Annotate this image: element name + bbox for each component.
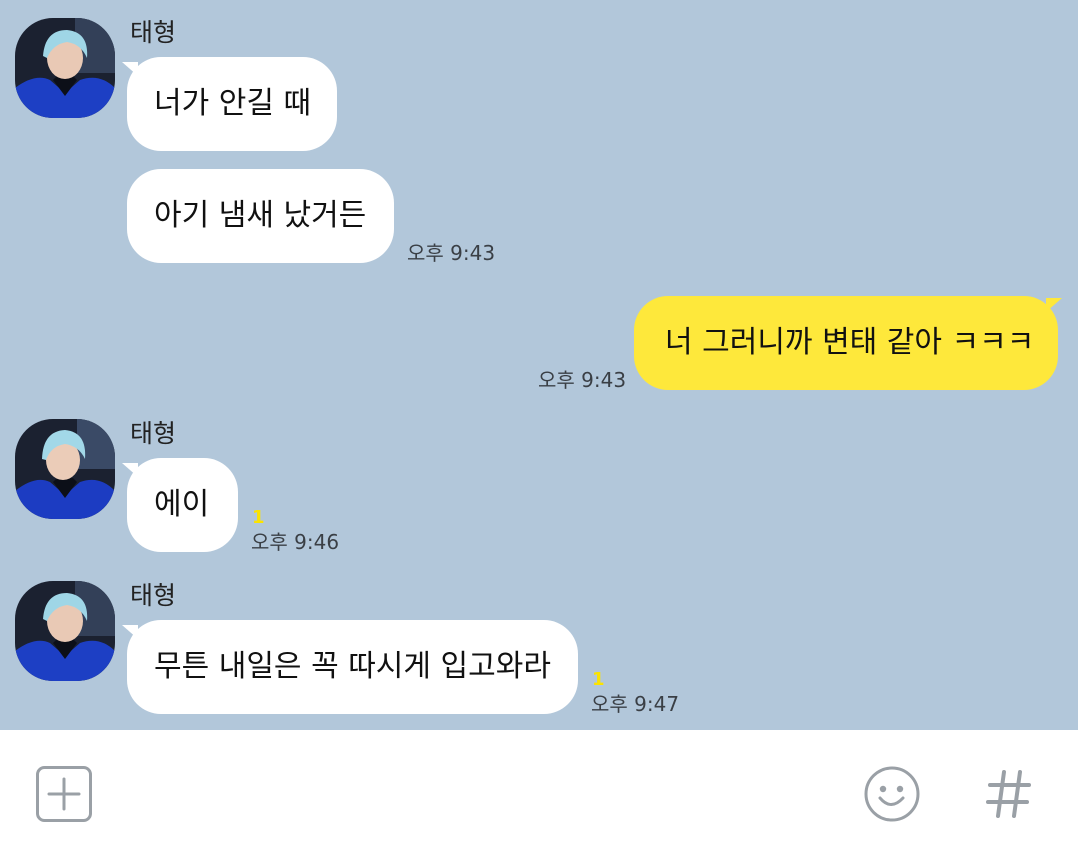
message-time: 오후 9:43 [538, 368, 627, 392]
sender-name: 태형 [130, 419, 177, 448]
profile-photo-icon [15, 18, 115, 118]
avatar[interactable] [15, 581, 115, 681]
hashtag-icon [986, 770, 1031, 818]
add-button[interactable] [36, 766, 92, 826]
emoji-button[interactable] [863, 765, 921, 827]
chat-area[interactable]: 태형 너가 안길 때 아기 냄새 났거든 오후 9:43 너 그러니까 변태 같… [0, 0, 1078, 730]
message-bubble[interactable]: 에이 [127, 458, 238, 552]
emoji-icon [864, 766, 920, 822]
avatar[interactable] [15, 419, 115, 519]
profile-photo-icon [15, 581, 115, 681]
unread-count: 1 [252, 507, 265, 528]
avatar[interactable] [15, 18, 115, 118]
sender-name: 태형 [130, 18, 177, 47]
sender-name: 태형 [130, 581, 177, 610]
profile-photo-icon [15, 419, 115, 519]
add-icon [36, 766, 92, 822]
unread-count: 1 [592, 669, 605, 690]
message-time: 오후 9:47 [591, 692, 680, 716]
hashtag-button[interactable] [985, 768, 1033, 824]
message-time: 오후 9:43 [407, 241, 496, 265]
message-bubble[interactable]: 너가 안길 때 [127, 57, 337, 151]
my-message-bubble[interactable]: 너 그러니까 변태 같아 ㅋㅋㅋ [634, 296, 1058, 390]
message-bubble[interactable]: 무튼 내일은 꼭 따시게 입고와라 [127, 620, 578, 714]
input-bar [0, 730, 1078, 856]
bubble-tail [1046, 298, 1062, 312]
message-time: 오후 9:46 [251, 530, 340, 554]
message-bubble[interactable]: 아기 냄새 났거든 [127, 169, 394, 263]
